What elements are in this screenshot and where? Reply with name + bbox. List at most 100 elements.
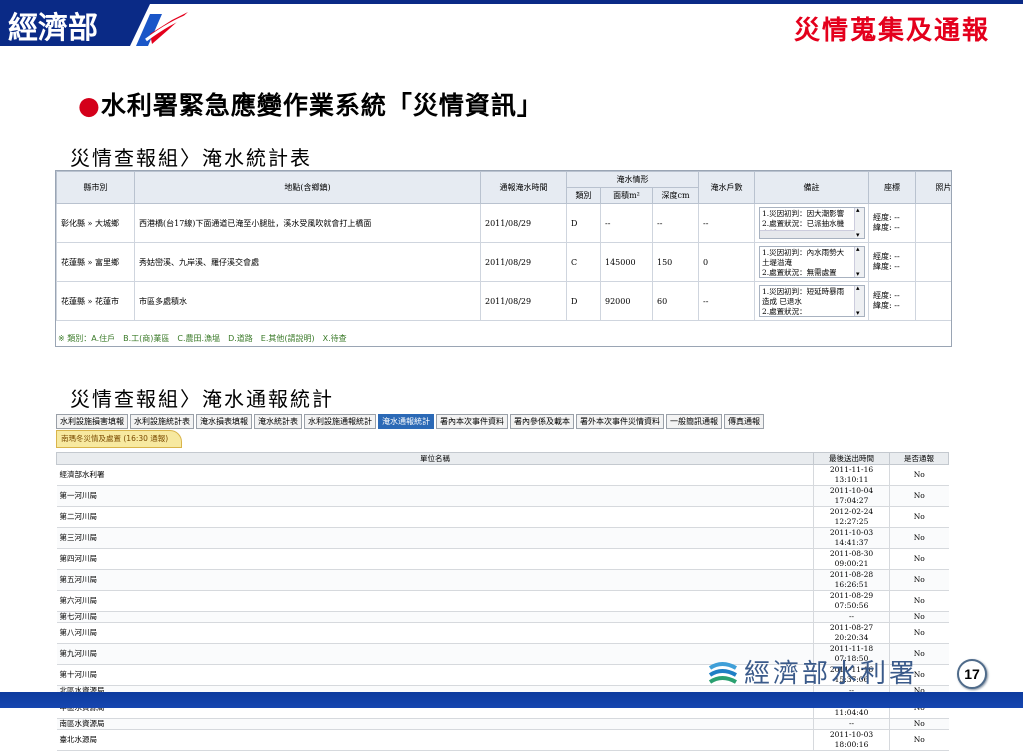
longitude: 經度: -- xyxy=(873,291,900,300)
cell-unit: 第五河川局 xyxy=(56,569,814,591)
event-tab[interactable]: 南瑪冬災情及處置 (16:30 通報) xyxy=(56,430,182,448)
main-heading-text: 水利署緊急應變作業系統「災情資訊」 xyxy=(100,91,543,120)
remarks-text: 1.災因初判：短延時暴雨 造成 已退水 2.處置狀況： 3.情況說明： xyxy=(762,287,845,316)
cell-location: 市區多處積水 xyxy=(134,281,481,321)
remarks-scrollbar[interactable] xyxy=(854,247,865,277)
cell-area: -- xyxy=(600,203,653,243)
cell-report-time: 2011/08/29 xyxy=(480,281,567,321)
footer-bar xyxy=(0,692,1023,708)
table-row: 第七河川局 -- No xyxy=(56,611,949,624)
wra-footer-logo: 經濟部水利署 xyxy=(708,659,918,688)
cell-last-sent: 2011-11-16 13:10:11 xyxy=(813,464,890,486)
tab-facility-damage-report[interactable]: 水利設施損害填報 xyxy=(56,414,128,429)
cell-category: D xyxy=(566,281,601,321)
cell-unit: 第六河川局 xyxy=(56,590,814,612)
cell-reported: No xyxy=(889,569,949,591)
table-row: 第五河川局 2011-08-28 16:26:51 No xyxy=(56,569,949,591)
cell-reported: No xyxy=(889,622,949,645)
table-row: 第三河川局 2011-10-03 14:41:37 No xyxy=(56,527,949,549)
slide-title: 災情蒐集及通報 xyxy=(793,16,990,46)
remarks-h-scrollbar[interactable] xyxy=(760,230,856,238)
tab-fax-report[interactable]: 傳真通報 xyxy=(724,414,764,429)
cell-coords: 經度: -- 緯度: -- xyxy=(868,203,917,243)
tab-flood-stats[interactable]: 淹水統計表 xyxy=(254,414,302,429)
table-row: 花蓮縣 » 富里鄉 秀姑巒溪、九岸溪、羅仔溪交會處 2011/08/29 C 1… xyxy=(56,242,951,282)
cell-unit: 第八河川局 xyxy=(56,622,814,645)
moea-logo: 經濟部 xyxy=(0,4,193,46)
table-row: 南區水資源局 -- No xyxy=(56,718,949,730)
cell-unit: 第一河川局 xyxy=(56,485,814,507)
cell-households: -- xyxy=(698,203,756,243)
cell-reported: No xyxy=(889,527,949,549)
table-row: 第二河川局 2012-02-24 12:27:25 No xyxy=(56,506,949,528)
cell-unit: 經濟部水利署 xyxy=(56,464,814,486)
cell-county: 花蓮縣 » 花蓮市 xyxy=(56,281,135,321)
page-number: 17 xyxy=(957,659,987,689)
cell-unit: 第九河川局 xyxy=(56,643,814,666)
col-area: 面積m² xyxy=(600,187,653,204)
cell-remarks: 1.災因初判：短延時暴雨 造成 已退水 2.處置狀況： 3.情況說明： xyxy=(754,281,870,321)
cell-report-time: 2011/08/29 xyxy=(480,203,567,243)
cell-last-sent: 2011-10-03 18:00:16 xyxy=(813,729,890,751)
cell-photo xyxy=(915,203,951,243)
cell-category: C xyxy=(566,242,601,282)
cell-unit: 臺北水源局 xyxy=(56,729,814,751)
table-row: 彰化縣 » 大城鄉 西港橋(台17線)下面通道已淹至小腿肚，溪水受風吹就會打上橋… xyxy=(56,203,951,243)
col-coords: 座標 xyxy=(868,171,917,204)
tab-internal-reference[interactable]: 署內參係及載本 xyxy=(510,414,574,429)
cell-last-sent: -- xyxy=(813,611,890,624)
remarks-scrollbar[interactable] xyxy=(854,286,865,316)
cell-unit: 第二河川局 xyxy=(56,506,814,528)
cell-photo xyxy=(915,281,951,321)
cell-last-sent: 2011-08-30 09:00:21 xyxy=(813,548,890,570)
cell-unit: 南區水資源局 xyxy=(56,718,814,730)
logo-text: 經濟部 xyxy=(8,11,98,46)
flood-stats-table-panel: 縣市別 地點(含鄉鎮) 通報淹水時間 淹水情形 淹水戶數 備註 座標 照片 類別… xyxy=(55,170,952,347)
cell-reported: No xyxy=(889,611,949,624)
cell-last-sent: 2011-10-04 17:04:27 xyxy=(813,485,890,507)
cell-county: 花蓮縣 » 富里鄉 xyxy=(56,242,135,282)
table-row: 第一河川局 2011-10-04 17:04:27 No xyxy=(56,485,949,507)
cell-photo xyxy=(915,242,951,282)
cell-unit: 第四河川局 xyxy=(56,548,814,570)
col-report-time: 通報淹水時間 xyxy=(480,171,567,204)
table-row: 第八河川局 2011-08-27 20:20:34 No xyxy=(56,622,949,645)
cell-depth: -- xyxy=(651,203,700,243)
tab-external-event-data[interactable]: 署外本次事件災情資料 xyxy=(576,414,664,429)
col-remarks: 備註 xyxy=(754,171,870,204)
col-last-sent: 最後送出時間 xyxy=(813,452,890,465)
remarks-textarea[interactable]: 1.災因初判：內水雨勢大 土堤溢淹 2.處置狀況：無需處置 3.情況說明： xyxy=(759,246,866,278)
cell-last-sent: 2011-10-03 14:41:37 xyxy=(813,527,890,549)
tab-facility-stats[interactable]: 水利設施統計表 xyxy=(130,414,194,429)
cell-reported: No xyxy=(889,548,949,570)
cell-depth: 150 xyxy=(651,242,700,282)
latitude: 緯度: -- xyxy=(873,262,900,271)
table-row: 經濟部水利署 2011-11-16 13:10:11 No xyxy=(56,464,949,486)
cell-remarks: 1.災因初判：因大潮影響 2.處置狀況：已派抽水機 支援 xyxy=(754,203,870,243)
cell-remarks: 1.災因初判：內水雨勢大 土堤溢淹 2.處置狀況：無需處置 3.情況說明： xyxy=(754,242,870,282)
cell-reported: No xyxy=(889,485,949,507)
tab-internal-event-data[interactable]: 署內本次事件資料 xyxy=(436,414,508,429)
tab-flood-damage-report[interactable]: 淹水損表填報 xyxy=(196,414,252,429)
cell-depth: 60 xyxy=(651,281,700,321)
col-flood-group: 淹水情形 xyxy=(565,171,700,188)
cell-location: 西港橋(台17線)下面通道已淹至小腿肚，溪水受風吹就會打上橋面 xyxy=(134,203,481,243)
tab-flood-report-stats[interactable]: 淹水通報統計 xyxy=(378,414,434,429)
tab-facility-report-stats[interactable]: 水利設施通報統計 xyxy=(304,414,376,429)
cell-report-time: 2011/08/29 xyxy=(480,242,567,282)
remarks-textarea[interactable]: 1.災因初判：因大潮影響 2.處置狀況：已派抽水機 支援 xyxy=(759,207,866,239)
tab-sms-report[interactable]: 一般簡訊通報 xyxy=(666,414,722,429)
col-households: 淹水戶數 xyxy=(698,171,756,204)
table-row: 第四河川局 2011-08-30 09:00:21 No xyxy=(56,548,949,570)
remarks-textarea[interactable]: 1.災因初判：短延時暴雨 造成 已退水 2.處置狀況： 3.情況說明： xyxy=(759,285,866,317)
remarks-text: 1.災因初判：內水雨勢大 土堤溢淹 2.處置狀況：無需處置 3.情況說明： xyxy=(762,248,845,277)
cell-area: 92000 xyxy=(600,281,653,321)
cell-reported: No xyxy=(889,590,949,612)
col-depth: 深度cm xyxy=(651,187,700,204)
longitude: 經度: -- xyxy=(873,252,900,261)
col-county: 縣市別 xyxy=(56,171,135,204)
cell-last-sent: 2011-08-27 20:20:34 xyxy=(813,622,890,645)
main-heading: ●水利署緊急應變作業系統「災情資訊」 xyxy=(78,86,543,122)
footer-logo-text: 經濟部水利署 xyxy=(744,659,918,688)
remarks-scrollbar[interactable] xyxy=(854,208,865,238)
